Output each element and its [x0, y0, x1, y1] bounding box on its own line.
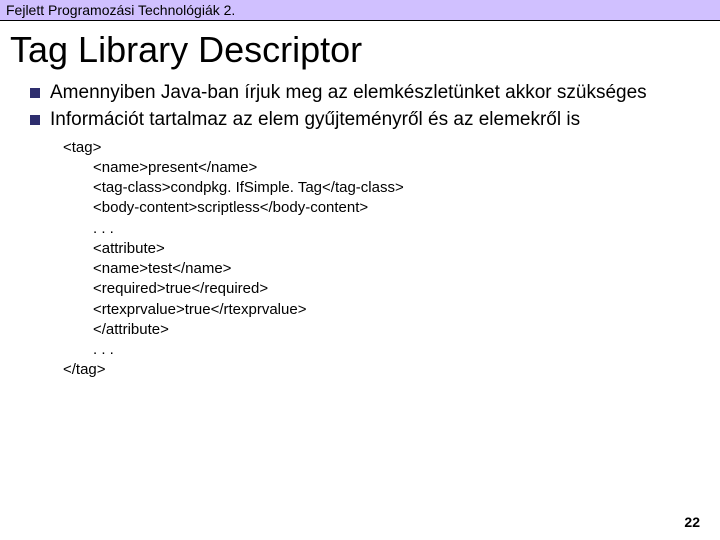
- code-line: </tag>: [63, 360, 712, 380]
- bullet-text: Amennyiben Java-ban írjuk meg az elemkés…: [50, 81, 647, 105]
- square-bullet-icon: [30, 88, 40, 98]
- bullet-item: Információt tartalmaz az elem gyűjtemény…: [30, 108, 712, 132]
- slide-title: Tag Library Descriptor: [0, 21, 720, 75]
- code-line: . . .: [93, 340, 712, 360]
- bullet-item: Amennyiben Java-ban írjuk meg az elemkés…: [30, 81, 712, 105]
- code-line: <tag>: [63, 138, 712, 158]
- bullet-text: Információt tartalmaz az elem gyűjtemény…: [50, 108, 580, 132]
- code-line: . . .: [93, 219, 712, 239]
- code-line: <required>true</required>: [93, 279, 712, 299]
- code-line: <attribute>: [93, 239, 712, 259]
- square-bullet-icon: [30, 115, 40, 125]
- header-text: Fejlett Programozási Technológiák 2.: [6, 2, 235, 18]
- code-line: <name>test</name>: [93, 259, 712, 279]
- code-inner: <name>present</name> <tag-class>condpkg.…: [93, 158, 712, 361]
- slide-content: Amennyiben Java-ban írjuk meg az elemkés…: [0, 75, 720, 381]
- code-line: <tag-class>condpkg. IfSimple. Tag</tag-c…: [93, 178, 712, 198]
- page-number: 22: [684, 514, 700, 530]
- code-line: <rtexprvalue>true</rtexprvalue>: [93, 300, 712, 320]
- code-line: <name>present</name>: [93, 158, 712, 178]
- code-line: <body-content>scriptless</body-content>: [93, 198, 712, 218]
- slide-header: Fejlett Programozási Technológiák 2.: [0, 0, 720, 21]
- code-line: </attribute>: [93, 320, 712, 340]
- code-block: <tag> <name>present</name> <tag-class>co…: [63, 138, 712, 381]
